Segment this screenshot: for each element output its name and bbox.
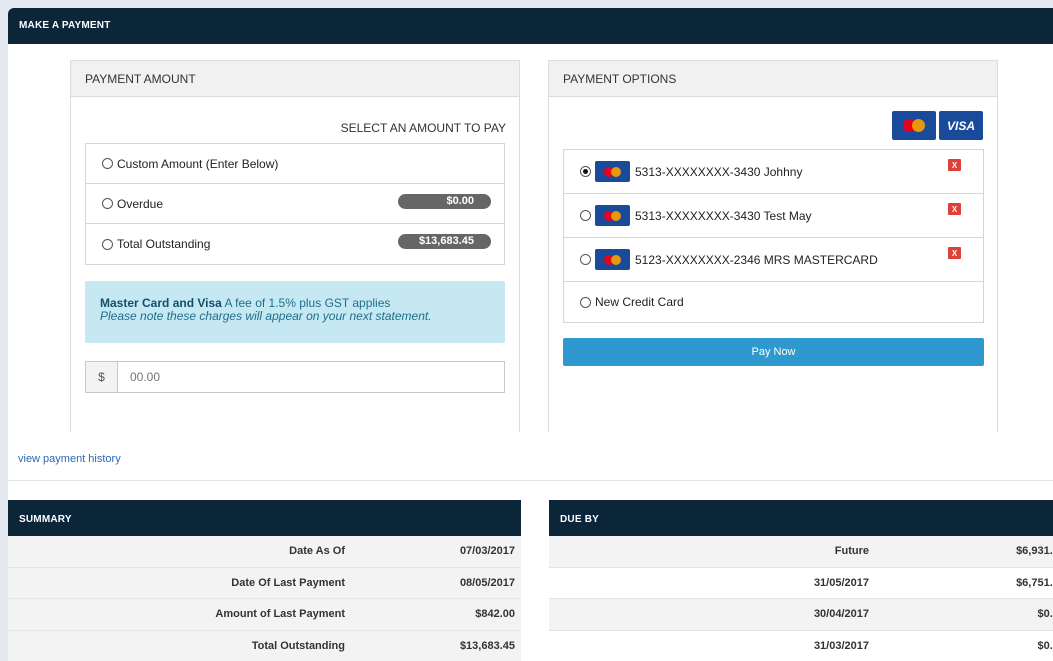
payment-amount-title: PAYMENT AMOUNT <box>71 61 519 97</box>
visa-icon: VISA <box>939 111 983 140</box>
custom-amount-group: $ <box>85 361 505 393</box>
amount-option-custom[interactable]: Custom Amount (Enter Below) <box>86 144 504 184</box>
card-fee-notice: Master Card and Visa A fee of 1.5% plus … <box>85 281 505 343</box>
row-value: $13,683.45 <box>459 639 515 652</box>
custom-amount-input[interactable] <box>118 362 504 392</box>
total-outstanding-badge: $13,683.45 <box>398 234 491 249</box>
row-label: 31/05/2017 <box>813 576 869 589</box>
make-payment-header: MAKE A PAYMENT <box>8 8 1053 44</box>
section-divider <box>8 480 1053 481</box>
row-label: 31/03/2017 <box>813 639 869 652</box>
saved-card-row[interactable]: 5313-XXXXXXXX-3430 Test May X <box>564 194 983 238</box>
page-background: MAKE A PAYMENT PAYMENT AMOUNT SELECT AN … <box>0 0 1053 661</box>
amount-option-total-outstanding[interactable]: Total Outstanding $13,683.45 <box>86 224 504 264</box>
table-row: Future $6,931.56 <box>549 536 1053 568</box>
pay-now-button[interactable]: Pay Now <box>563 338 984 366</box>
table-row: Total Outstanding $13,683.45 <box>8 630 521 661</box>
row-label: Date Of Last Payment <box>231 576 345 589</box>
radio-saved-card-2[interactable] <box>580 210 591 221</box>
amount-option-label: Total Outstanding <box>117 237 211 251</box>
mastercard-icon <box>595 161 630 182</box>
payment-history-link[interactable]: view payment history <box>18 453 121 465</box>
row-label: Future <box>834 545 869 558</box>
row-label: 30/04/2017 <box>813 608 869 621</box>
saved-card-row[interactable]: 5313-XXXXXXXX-3430 Johhny X <box>564 150 983 194</box>
delete-card-button[interactable]: X <box>948 247 961 259</box>
table-row: 31/05/2017 $6,751.89 <box>549 568 1053 599</box>
saved-card-label: 5313-XXXXXXXX-3430 Johhny <box>635 164 803 179</box>
make-payment-title: MAKE A PAYMENT <box>19 20 111 31</box>
table-row: Amount of Last Payment $842.00 <box>8 599 521 631</box>
radio-new-card[interactable] <box>580 296 591 308</box>
payment-options-title: PAYMENT OPTIONS <box>549 61 997 97</box>
payment-options-panel: PAYMENT OPTIONS VISA 5313-XXXXXXXX-3430 … <box>548 60 998 432</box>
mastercard-icon <box>892 111 936 140</box>
delete-card-button[interactable]: X <box>948 203 961 215</box>
accepted-cards: VISA <box>892 111 983 140</box>
fee-notice-brands: Master Card and Visa <box>100 296 222 310</box>
row-value: 08/05/2017 <box>459 576 515 589</box>
new-card-row[interactable]: New Credit Card <box>564 282 983 322</box>
radio-custom-amount[interactable] <box>102 158 113 169</box>
row-label: Amount of Last Payment <box>215 608 345 621</box>
due-by-title: DUE BY <box>549 500 1053 536</box>
row-value: $842.00 <box>475 608 515 621</box>
radio-saved-card-1[interactable] <box>580 166 591 177</box>
radio-saved-card-3[interactable] <box>580 254 591 265</box>
table-row: Date Of Last Payment 08/05/2017 <box>8 567 521 599</box>
row-value: $6,751.89 <box>1016 576 1053 589</box>
summary-table: SUMMARY Date As Of 07/03/2017 Date Of La… <box>8 500 521 661</box>
amount-option-overdue[interactable]: Overdue $0.00 <box>86 184 504 224</box>
overdue-amount-badge: $0.00 <box>398 194 491 209</box>
row-value: $6,931.56 <box>1016 545 1053 558</box>
saved-card-label: 5123-XXXXXXXX-2346 MRS MASTERCARD <box>635 252 878 267</box>
amount-option-label: Overdue <box>117 196 164 211</box>
row-label: Total Outstanding <box>251 639 345 652</box>
row-value: $0.00 <box>1037 608 1053 621</box>
saved-cards-list: 5313-XXXXXXXX-3430 Johhny X 5313-XXXXXXX… <box>563 149 984 323</box>
table-row: Date As Of 07/03/2017 <box>8 536 521 568</box>
visa-label: VISA <box>946 118 975 133</box>
mastercard-icon <box>595 249 630 270</box>
payment-amount-panel: PAYMENT AMOUNT SELECT AN AMOUNT TO PAY C… <box>70 60 520 432</box>
currency-addon: $ <box>86 362 118 392</box>
table-row: 30/04/2017 $0.00 <box>549 599 1053 631</box>
table-row: 31/03/2017 $0.00 <box>549 631 1053 661</box>
row-value: $0.00 <box>1037 639 1053 652</box>
row-value: 07/03/2017 <box>459 545 515 558</box>
due-by-table: DUE BY Future $6,931.56 31/05/2017 $6,75… <box>549 500 1053 661</box>
mastercard-icon <box>595 205 630 226</box>
row-label: Date As Of <box>289 545 345 558</box>
select-amount-label: SELECT AN AMOUNT TO PAY <box>340 121 506 135</box>
summary-title: SUMMARY <box>8 500 521 536</box>
amount-option-label: Custom Amount (Enter Below) <box>117 156 279 171</box>
payment-card: MAKE A PAYMENT PAYMENT AMOUNT SELECT AN … <box>8 8 1053 661</box>
delete-card-button[interactable]: X <box>948 159 961 171</box>
saved-card-row[interactable]: 5123-XXXXXXXX-2346 MRS MASTERCARD X <box>564 238 983 282</box>
new-card-label: New Credit Card <box>595 295 684 309</box>
amount-options-list: Custom Amount (Enter Below) Overdue $0.0… <box>85 143 505 265</box>
fee-notice-statement: Please note these charges will appear on… <box>100 309 432 323</box>
saved-card-label: 5313-XXXXXXXX-3430 Test May <box>635 208 812 223</box>
radio-total-outstanding[interactable] <box>102 238 113 250</box>
radio-overdue[interactable] <box>102 198 113 209</box>
fee-notice-text: A fee of 1.5% plus GST applies <box>221 296 391 310</box>
